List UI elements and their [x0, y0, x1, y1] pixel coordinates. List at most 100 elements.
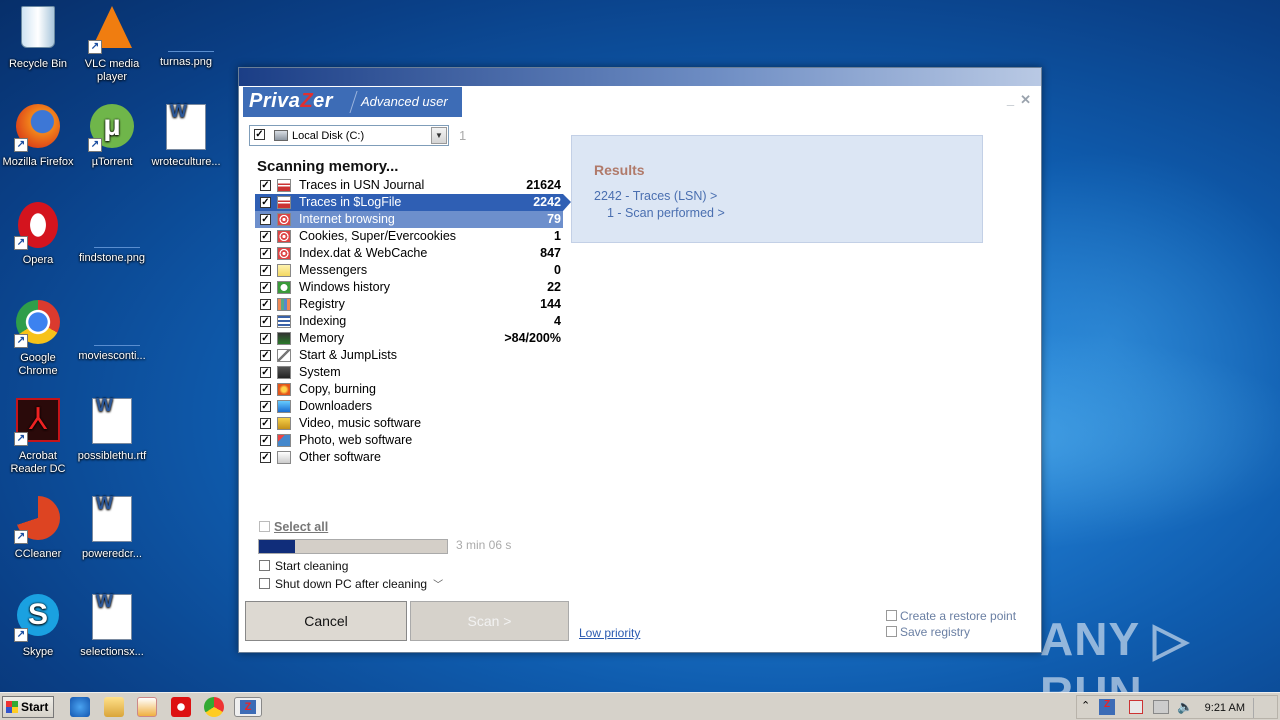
- scan-item-checkbox[interactable]: ✓: [260, 248, 271, 259]
- opera-icon: ↗: [14, 202, 62, 250]
- scan-item-label: Traces in $LogFile: [299, 195, 402, 209]
- scan-item-row[interactable]: ✓ Other software: [255, 449, 563, 466]
- desktop-icon-chrome[interactable]: ↗ Google Chrome: [0, 298, 76, 378]
- show-desktop-button[interactable]: [1253, 698, 1273, 718]
- start-cleaning-checkbox[interactable]: [259, 560, 270, 571]
- title-bar[interactable]: [239, 68, 1041, 86]
- shutdown-checkbox[interactable]: [259, 578, 270, 589]
- disk-checkbox[interactable]: ✓: [254, 129, 265, 140]
- scan-item-row[interactable]: ✓ Traces in $LogFile 2242: [255, 194, 571, 211]
- scan-item-checkbox[interactable]: ✓: [260, 452, 271, 463]
- scan-item-row[interactable]: ✓ Downloaders: [255, 398, 563, 415]
- skype-icon: S ↗: [14, 594, 62, 642]
- minimize-button[interactable]: _: [1007, 92, 1014, 107]
- scan-item-row[interactable]: ✓ Photo, web software: [255, 432, 563, 449]
- tray-expand-icon[interactable]: ⌃: [1081, 699, 1090, 712]
- save-registry-checkbox[interactable]: [886, 626, 897, 637]
- scan-item-checkbox[interactable]: ✓: [260, 299, 271, 310]
- select-all-checkbox[interactable]: [259, 521, 270, 532]
- desktop-icon-possible[interactable]: Wpossiblethu.rtf: [74, 396, 150, 463]
- chrome-icon[interactable]: [204, 697, 224, 717]
- explorer-icon[interactable]: [104, 697, 124, 717]
- scan-item-row[interactable]: ✓ Video, music software: [255, 415, 563, 432]
- select-all[interactable]: Select all: [259, 520, 328, 534]
- results-scan-link[interactable]: 1 - Scan performed >: [607, 206, 725, 220]
- clock[interactable]: 9:21 AM: [1205, 702, 1245, 714]
- scan-item-checkbox[interactable]: ✓: [260, 180, 271, 191]
- firefox-icon: ↗: [14, 104, 62, 152]
- media-player-icon[interactable]: [137, 697, 157, 717]
- scan-item-row[interactable]: ✓ Internet browsing 79: [255, 211, 563, 228]
- low-priority-link[interactable]: Low priority: [579, 626, 640, 640]
- mode-label[interactable]: Advanced user: [361, 94, 448, 109]
- desktop-icon-label: selectionsx...: [80, 646, 144, 658]
- start-button[interactable]: Start: [2, 696, 54, 718]
- privazer-taskbar-icon[interactable]: Z: [234, 697, 262, 717]
- scan-item-row[interactable]: ✓ System: [255, 364, 563, 381]
- restore-point-option[interactable]: Create a restore point: [886, 609, 1016, 623]
- scan-item-checkbox[interactable]: ✓: [260, 384, 271, 395]
- desktop-icon-label: Opera: [22, 254, 54, 266]
- start-cleaning-option[interactable]: Start cleaning: [259, 559, 348, 573]
- desktop-icon-opera[interactable]: ↗ Opera: [0, 200, 76, 267]
- scan-item-checkbox[interactable]: ✓: [260, 367, 271, 378]
- scan-item-row[interactable]: ✓ Windows history 22: [255, 279, 563, 296]
- desktop-icon-label: Acrobat Reader DC: [10, 450, 66, 475]
- scan-item-row[interactable]: ✓ Messengers 0: [255, 262, 563, 279]
- desktop-icon-selection[interactable]: Wselectionsx...: [74, 592, 150, 659]
- scan-item-checkbox[interactable]: ✓: [260, 265, 271, 276]
- desktop-icon-ccleaner[interactable]: ↗ CCleaner: [0, 494, 76, 561]
- chevron-down-icon[interactable]: ▼: [431, 127, 447, 144]
- desktop-icon-utorrent[interactable]: µ ↗ µTorrent: [74, 102, 150, 169]
- desktop-icon-movies[interactable]: moviesconti...: [74, 298, 150, 363]
- ccleaner-icon: ↗: [14, 496, 62, 544]
- scan-button[interactable]: Scan >: [410, 601, 569, 641]
- restore-point-checkbox[interactable]: [886, 610, 897, 621]
- desktop-icon-vlc[interactable]: ↗ VLC media player: [74, 4, 150, 84]
- scan-item-checkbox[interactable]: ✓: [260, 316, 271, 327]
- desktop-icon-recycle[interactable]: Recycle Bin: [0, 4, 76, 71]
- scan-item-checkbox[interactable]: ✓: [260, 418, 271, 429]
- scan-item-row[interactable]: ✓ Registry 144: [255, 296, 563, 313]
- save-registry-option[interactable]: Save registry: [886, 625, 970, 639]
- scan-item-checkbox[interactable]: ✓: [260, 333, 271, 344]
- scan-item-row[interactable]: ✓ Memory >84/200%: [255, 330, 563, 347]
- scan-item-row[interactable]: ✓ Start & JumpLists: [255, 347, 563, 364]
- memory-icon: [277, 332, 291, 345]
- scan-item-checkbox[interactable]: ✓: [260, 350, 271, 361]
- logfile-icon: [277, 196, 291, 209]
- shutdown-option[interactable]: Shut down PC after cleaning ﹀: [259, 576, 443, 591]
- opera-icon[interactable]: [171, 697, 191, 717]
- scan-item-checkbox[interactable]: ✓: [260, 231, 271, 242]
- results-traces-link[interactable]: 2242 - Traces (LSN) >: [594, 189, 717, 203]
- chevron-down-icon[interactable]: ﹀: [433, 580, 443, 591]
- scan-item-checkbox[interactable]: ✓: [260, 282, 271, 293]
- ie-icon[interactable]: [70, 697, 90, 717]
- scan-item-row[interactable]: ✓ Cookies, Super/Evercookies 1: [255, 228, 563, 245]
- desktop-icon-skype[interactable]: S ↗ Skype: [0, 592, 76, 659]
- scan-item-row[interactable]: ✓ Indexing 4: [255, 313, 563, 330]
- desktop-icon-findstone[interactable]: findstone.png: [74, 200, 150, 265]
- desktop-icon-powered[interactable]: Wpoweredcr...: [74, 494, 150, 561]
- close-button[interactable]: ✕: [1020, 92, 1031, 107]
- results-panel: Results 2242 - Traces (LSN) > 1 - Scan p…: [571, 135, 983, 243]
- privazer-tray-icon[interactable]: Z: [1099, 699, 1115, 715]
- desktop-icon-turnas[interactable]: turnas.png: [148, 4, 224, 69]
- indexing-icon: [277, 315, 291, 328]
- scan-item-checkbox[interactable]: ✓: [260, 435, 271, 446]
- cancel-button[interactable]: Cancel: [245, 601, 407, 641]
- scan-item-row[interactable]: ✓ Index.dat & WebCache 847: [255, 245, 563, 262]
- scan-item-checkbox[interactable]: ✓: [260, 214, 271, 225]
- desktop-icon-acrobat[interactable]: ⅄ ↗ Acrobat Reader DC: [0, 396, 76, 476]
- scan-item-row[interactable]: ✓ Traces in USN Journal 21624: [255, 177, 563, 194]
- desktop-icon-firefox[interactable]: ↗ Mozilla Firefox: [0, 102, 76, 169]
- desktop-icon-wrote[interactable]: Wwroteculture...: [148, 102, 224, 169]
- action-center-icon[interactable]: [1129, 700, 1143, 714]
- network-icon[interactable]: [1153, 700, 1169, 714]
- volume-icon[interactable]: 🔈: [1177, 699, 1193, 715]
- scan-item-checkbox[interactable]: ✓: [260, 197, 271, 208]
- scan-item-row[interactable]: ✓ Copy, burning: [255, 381, 563, 398]
- scan-item-checkbox[interactable]: ✓: [260, 401, 271, 412]
- other-software-icon: [277, 451, 291, 464]
- disk-select[interactable]: ✓ Local Disk (C:) ▼: [249, 125, 449, 146]
